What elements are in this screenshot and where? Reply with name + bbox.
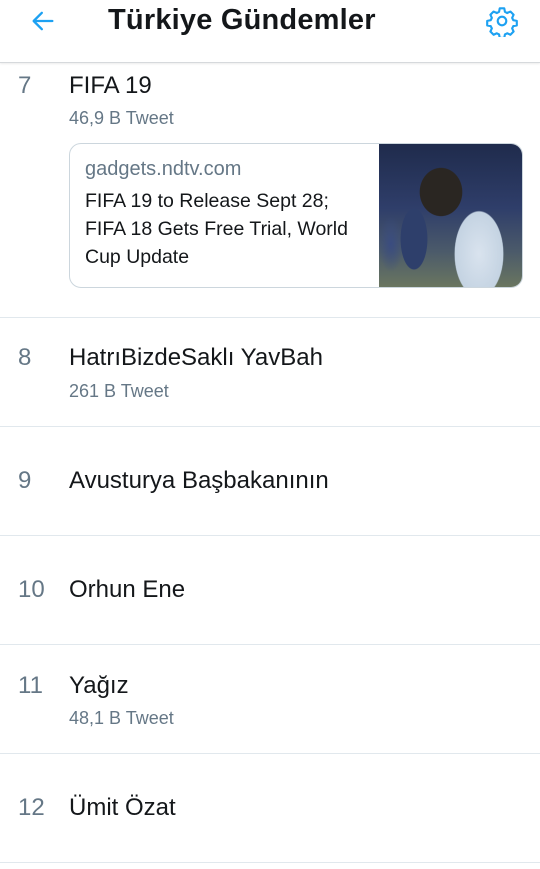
trend-tweet-count: 261 B Tweet	[69, 381, 169, 401]
trend-row-12[interactable]: 12 Ümit Özat	[0, 754, 540, 863]
trend-topic: FIFA 19	[69, 72, 152, 99]
back-button[interactable]	[26, 4, 60, 38]
trend-tweet-count: 48,1 B Tweet	[69, 708, 174, 728]
trend-topic: Ümit Özat	[69, 794, 176, 821]
trend-row-7[interactable]: 7 FIFA 19 46,9 B Tweet gadgets.ndtv.com …	[0, 62, 540, 318]
page-title: Türkiye Gündemler	[108, 4, 376, 36]
trend-row-8[interactable]: 8 HatrıBizdeSaklı YavBah 261 B Tweet	[0, 318, 540, 427]
trend-rank: 8	[18, 344, 32, 371]
trends-list: 7 FIFA 19 46,9 B Tweet gadgets.ndtv.com …	[0, 62, 540, 863]
trend-rank: 9	[18, 467, 32, 494]
trend-rank: 7	[18, 72, 32, 99]
card-headline: FIFA 19 to Release Sept 28; FIFA 18 Gets…	[85, 190, 348, 268]
card-domain: gadgets.ndtv.com	[85, 158, 242, 180]
top-app-bar: Türkiye Gündemler	[0, 0, 540, 63]
trend-rank: 11	[18, 672, 43, 699]
trend-topic: Orhun Ene	[69, 576, 186, 603]
trend-rank: 10	[18, 576, 45, 603]
trend-rank: 12	[18, 794, 45, 821]
link-preview-card[interactable]: gadgets.ndtv.com FIFA 19 to Release Sept…	[69, 143, 523, 288]
trend-tweet-count: 46,9 B Tweet	[69, 108, 174, 128]
settings-button[interactable]	[484, 3, 520, 39]
trend-row-9[interactable]: 9 Avusturya Başbakanının	[0, 427, 540, 536]
gear-icon	[486, 7, 518, 37]
trend-topic: Avusturya Başbakanının	[69, 467, 329, 494]
card-thumbnail-image	[379, 144, 522, 287]
arrow-left-icon	[32, 11, 54, 31]
trend-topic: Yağız	[69, 672, 129, 699]
trend-row-11[interactable]: 11 Yağız 48,1 B Tweet	[0, 645, 540, 754]
trend-topic: HatrıBizdeSaklı YavBah	[69, 344, 323, 371]
trend-row-10[interactable]: 10 Orhun Ene	[0, 536, 540, 645]
